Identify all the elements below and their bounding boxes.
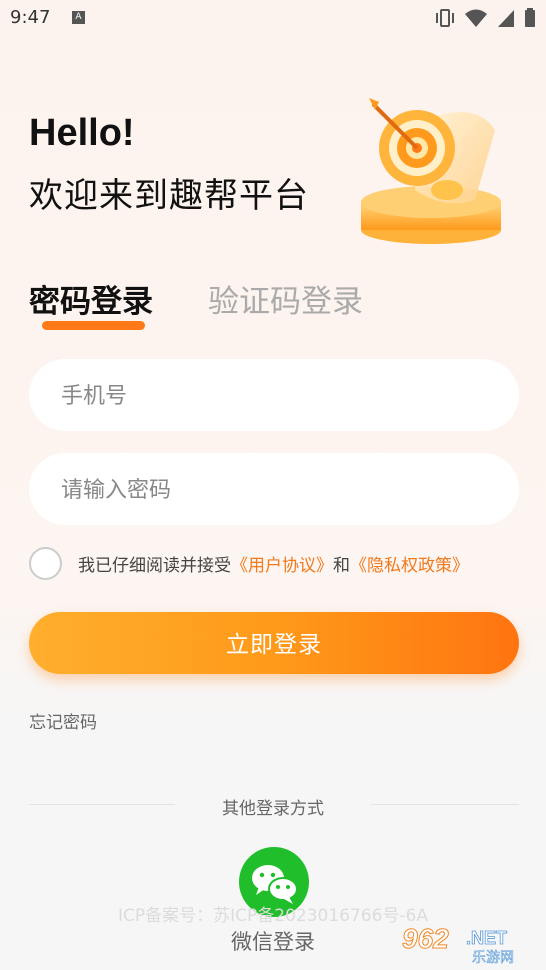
welcome-subtitle: 欢迎来到趣帮平台: [29, 176, 309, 216]
agreement-row: 我已仔细阅读并接受 《用户协议》 和 《隐私权政策》: [29, 547, 469, 580]
watermark-suffix: .NET: [466, 928, 507, 948]
signal-icon: [498, 10, 514, 27]
user-agreement-link[interactable]: 《用户协议》: [231, 551, 333, 576]
password-field: [29, 453, 519, 527]
status-bar: 9:47 A: [0, 0, 546, 36]
wifi-icon: [465, 9, 487, 27]
tab-sms-login[interactable]: 验证码登录: [208, 276, 363, 321]
site-watermark-logo: 962 .NET 乐游网: [402, 923, 515, 965]
target-illustration: [361, 98, 501, 244]
watermark-caption: 乐游网: [472, 950, 514, 964]
active-tab-indicator: [42, 321, 145, 330]
other-login-label: 其他登录方式: [222, 799, 324, 819]
agreement-text: 我已仔细阅读并接受: [78, 556, 231, 576]
forgot-password-link[interactable]: 忘记密码: [29, 708, 97, 733]
vibrate-icon: [436, 9, 454, 27]
greeting-title: Hello!: [29, 112, 135, 154]
privacy-policy-link[interactable]: 《隐私权政策》: [350, 551, 469, 576]
battery-icon: [525, 8, 535, 27]
login-button[interactable]: 立即登录: [29, 612, 519, 674]
tab-password-login[interactable]: 密码登录: [29, 276, 153, 321]
phone-field: [29, 359, 519, 433]
status-time: 9:47: [10, 7, 51, 28]
password-input[interactable]: [59, 453, 493, 527]
watermark-number: 962: [402, 923, 449, 954]
agreement-checkbox[interactable]: [29, 547, 62, 580]
notification-icon: A: [72, 11, 85, 24]
agreement-and: 和: [333, 556, 350, 576]
status-icons: [434, 8, 536, 28]
phone-input[interactable]: [59, 359, 493, 433]
